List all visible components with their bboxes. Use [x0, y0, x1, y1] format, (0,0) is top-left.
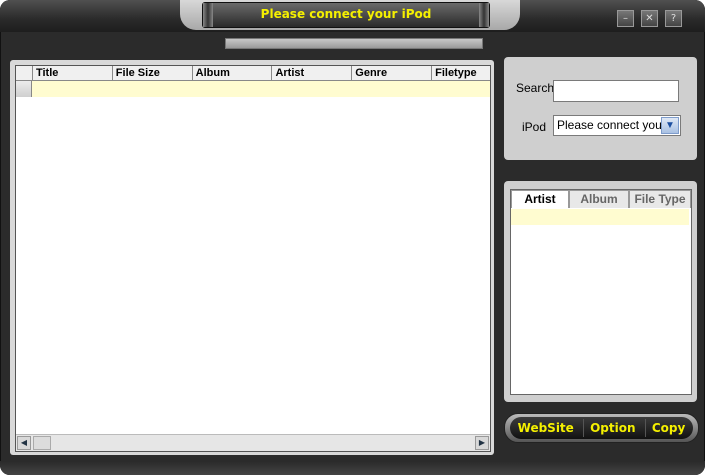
action-bar: WebSite Option Copy — [504, 413, 699, 443]
column-genre[interactable]: Genre — [352, 66, 433, 80]
close-button[interactable]: ✕ — [641, 10, 658, 27]
column-artist[interactable]: Artist — [272, 66, 353, 80]
search-panel: Search iPod Please connect your iPod ▼ — [504, 57, 697, 160]
list-item[interactable] — [511, 209, 689, 225]
help-button[interactable]: ? — [665, 10, 682, 27]
column-filetype[interactable]: Filetype — [432, 66, 490, 80]
row-selector[interactable] — [16, 81, 32, 97]
tab-file-type[interactable]: File Type — [629, 190, 691, 208]
title-plate-right-cap — [479, 3, 489, 27]
window-title: Please connect your iPod — [260, 7, 432, 21]
progress-bar — [225, 38, 483, 49]
search-label: Search — [516, 81, 555, 95]
action-bar-inner: WebSite Option Copy — [510, 417, 693, 439]
copy-button[interactable]: Copy — [644, 419, 691, 437]
scroll-right-icon[interactable]: ▶ — [475, 436, 489, 450]
ipod-select-value: Please connect your iPod — [557, 118, 665, 132]
title-plate: Please connect your iPod — [202, 2, 490, 28]
filter-list[interactable]: Artist Album File Type — [510, 189, 692, 395]
option-button[interactable]: Option — [583, 419, 641, 437]
search-input[interactable] — [554, 82, 678, 102]
app-window: Please connect your iPod – ✕ ? Title Fil… — [0, 0, 705, 475]
track-table[interactable]: Title File Size Album Artist Genre Filet… — [15, 65, 491, 452]
search-field[interactable] — [553, 80, 679, 102]
header-corner — [16, 66, 33, 80]
scroll-thumb[interactable] — [33, 436, 51, 450]
filter-tabs: Artist Album File Type — [511, 190, 691, 208]
dropdown-arrow-icon[interactable]: ▼ — [661, 117, 679, 134]
minimize-button[interactable]: – — [617, 10, 634, 27]
column-album[interactable]: Album — [193, 66, 273, 80]
table-row[interactable] — [16, 81, 490, 97]
horizontal-scrollbar[interactable]: ◀ ▶ — [16, 434, 490, 451]
filter-panel: Artist Album File Type — [504, 181, 697, 402]
tab-album[interactable]: Album — [569, 190, 629, 208]
title-plate-left-cap — [203, 3, 213, 27]
column-file-size[interactable]: File Size — [113, 66, 193, 80]
ipod-select[interactable]: Please connect your iPod ▼ — [553, 115, 681, 136]
tab-artist[interactable]: Artist — [511, 190, 569, 208]
ipod-label: iPod — [522, 120, 547, 134]
column-title[interactable]: Title — [33, 66, 113, 80]
table-header: Title File Size Album Artist Genre Filet… — [16, 66, 490, 81]
bottom-bar — [0, 461, 705, 475]
scroll-left-icon[interactable]: ◀ — [17, 436, 31, 450]
website-button[interactable]: WebSite — [512, 419, 580, 437]
track-list-panel: Title File Size Album Artist Genre Filet… — [10, 60, 494, 455]
